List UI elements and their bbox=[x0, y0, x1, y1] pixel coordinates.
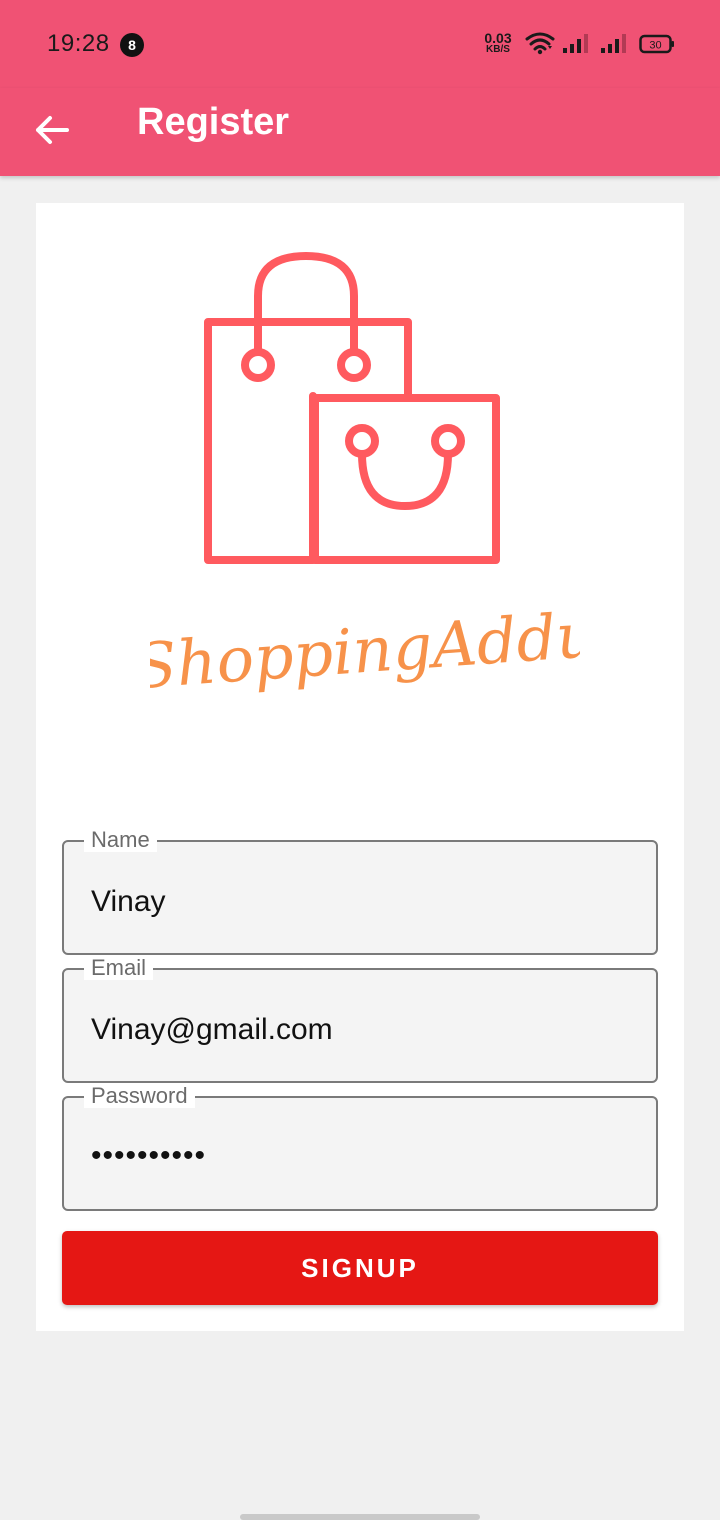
status-time: 19:28 bbox=[47, 30, 110, 57]
arrow-left-icon bbox=[36, 116, 69, 144]
back-button[interactable] bbox=[24, 102, 80, 158]
wifi-icon bbox=[525, 32, 555, 55]
signal-icon bbox=[563, 34, 588, 53]
name-field[interactable]: Name Vinay bbox=[62, 828, 658, 955]
name-value: Vinay bbox=[91, 885, 166, 918]
home-indicator[interactable] bbox=[240, 1514, 480, 1520]
email-label: Email bbox=[84, 956, 154, 980]
password-field[interactable]: Password •••••••••• bbox=[62, 1084, 658, 1211]
battery-icon: 30 bbox=[639, 34, 674, 54]
network-speed-unit: KB/S bbox=[486, 44, 510, 55]
email-value: Vinay@gmail.com bbox=[91, 1013, 333, 1046]
network-speed-value: 0.03 bbox=[484, 30, 512, 46]
signup-button[interactable]: SIGNUP bbox=[62, 1231, 658, 1305]
email-field[interactable]: Email Vinay@gmail.com bbox=[62, 956, 658, 1083]
name-label: Name bbox=[84, 828, 157, 852]
network-speed: 0.03 KB/S bbox=[480, 31, 516, 55]
page-title: Register bbox=[137, 101, 290, 143]
shopping-addu-logo: ShoppingAddu bbox=[150, 252, 580, 703]
password-label: Password bbox=[84, 1084, 195, 1108]
password-value: •••••••••• bbox=[91, 1139, 207, 1172]
logo-brand-text: ShoppingAddu bbox=[150, 598, 580, 703]
signal-icon bbox=[601, 34, 626, 53]
status-bar: 19:28 8 0.03 KB/S 30 bbox=[0, 0, 720, 88]
notification-badge: 8 bbox=[120, 33, 144, 57]
app-bar: Register bbox=[0, 88, 720, 176]
battery-level: 30 bbox=[649, 40, 661, 52]
